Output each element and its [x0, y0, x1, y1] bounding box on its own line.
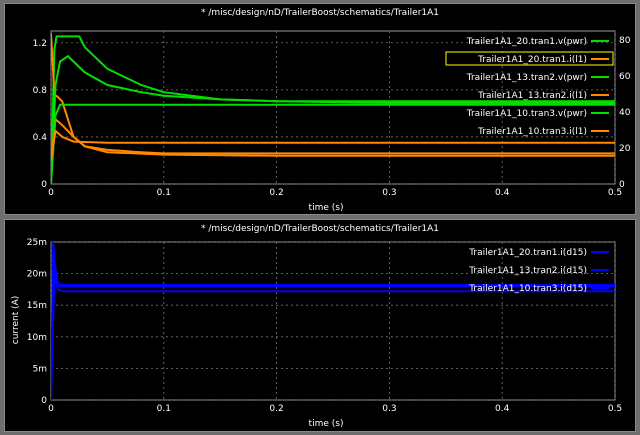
legend-label: Trailer1A1_13.tran2.v(pwr) — [466, 73, 587, 83]
legend-label: Trailer1A1_10.tran3.v(pwr) — [466, 109, 587, 119]
legend-label: Trailer1A1_10.tran3.i(d15) — [468, 284, 587, 294]
x-tick-label: 0.3 — [382, 188, 396, 198]
y-right-tick-label: 20 — [619, 144, 631, 154]
y-right-tick-label: 40 — [619, 108, 631, 118]
x-tick-label: 0.4 — [495, 188, 510, 198]
top-plot-panel: * /misc/design/nD/TrailerBoost/schematic… — [4, 3, 636, 215]
y-tick-label: 5m — [33, 364, 48, 374]
bottom-chart: * /misc/design/nD/TrailerBoost/schematic… — [11, 224, 622, 429]
y-right-tick-label: 80 — [619, 36, 631, 46]
x-tick-label: 0.5 — [608, 404, 622, 414]
legend-label: Trailer1A1_20.tran1.v(pwr) — [466, 37, 587, 47]
x-tick-label: 0.1 — [157, 404, 171, 414]
top-chart: * /misc/design/nD/TrailerBoost/schematic… — [33, 8, 631, 213]
plot-frame — [50, 30, 616, 185]
bottom-plot-panel: * /misc/design/nD/TrailerBoost/schematic… — [4, 219, 636, 432]
y-axis-label: current (A) — [11, 296, 21, 345]
series-line-1 — [51, 260, 615, 400]
x-tick-label: 0.2 — [269, 404, 283, 414]
legend-label: Trailer1A1_13.tran2.i(d15) — [468, 266, 587, 276]
y-tick-label: 0 — [41, 180, 47, 190]
legend-label: Trailer1A1_13.tran2.i(l1) — [477, 91, 587, 101]
y-tick-label: 0.4 — [33, 133, 48, 143]
chart-title: * /misc/design/nD/TrailerBoost/schematic… — [201, 224, 439, 234]
x-tick-label: 0.4 — [495, 404, 510, 414]
x-tick-label: 0 — [48, 404, 54, 414]
x-axis-label: time (s) — [309, 419, 344, 429]
y-tick-label: 15m — [27, 301, 47, 311]
y-right-tick-label: 0 — [619, 180, 625, 190]
y-tick-label: 25m — [27, 238, 47, 248]
chart-title: * /misc/design/nD/TrailerBoost/schematic… — [201, 8, 439, 18]
y-tick-label: 0 — [41, 396, 47, 406]
x-axis-label: time (s) — [309, 203, 344, 213]
y-tick-label: 10m — [27, 333, 47, 343]
legend-label: Trailer1A1_20.tran1.i(d15) — [468, 248, 587, 258]
legend-label: Trailer1A1_20.tran1.i(l1) — [477, 55, 587, 65]
legend-label: Trailer1A1_10.tran3.i(l1) — [477, 127, 587, 137]
y-tick-label: 0.8 — [33, 86, 48, 96]
y-tick-label: 20m — [27, 270, 47, 280]
x-tick-label: 0.1 — [157, 188, 171, 198]
y-right-tick-label: 60 — [619, 72, 631, 82]
x-tick-label: 0.2 — [269, 188, 283, 198]
x-tick-label: 0.3 — [382, 404, 396, 414]
x-tick-label: 0 — [48, 188, 54, 198]
y-tick-label: 1.2 — [33, 39, 47, 49]
